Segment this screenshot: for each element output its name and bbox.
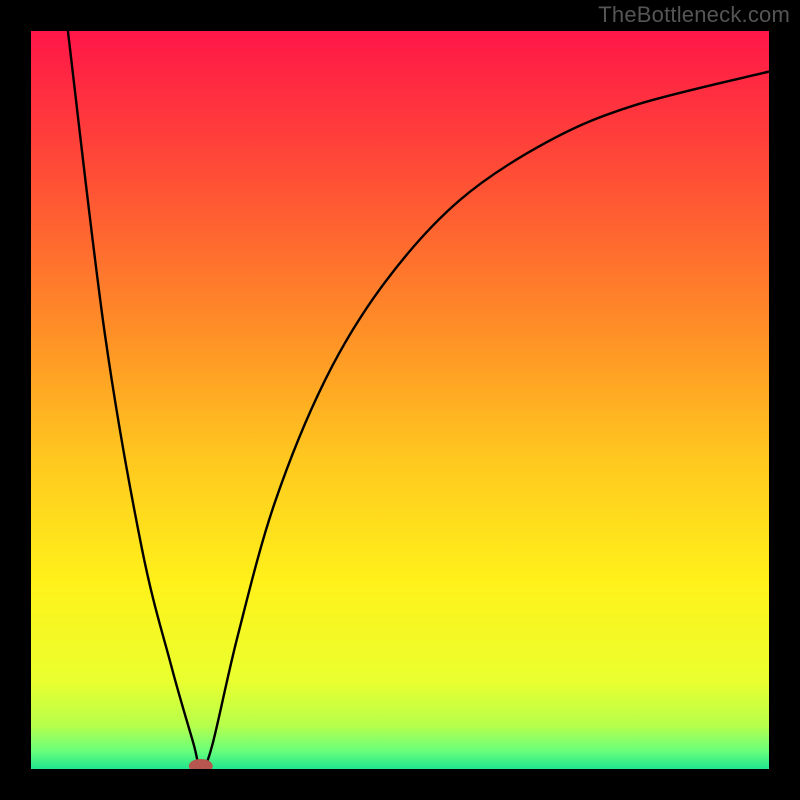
chart-svg bbox=[31, 31, 769, 769]
plot-area bbox=[31, 31, 769, 769]
gradient-background bbox=[31, 31, 769, 769]
chart-frame: TheBottleneck.com bbox=[0, 0, 800, 800]
attribution-text: TheBottleneck.com bbox=[598, 2, 790, 28]
